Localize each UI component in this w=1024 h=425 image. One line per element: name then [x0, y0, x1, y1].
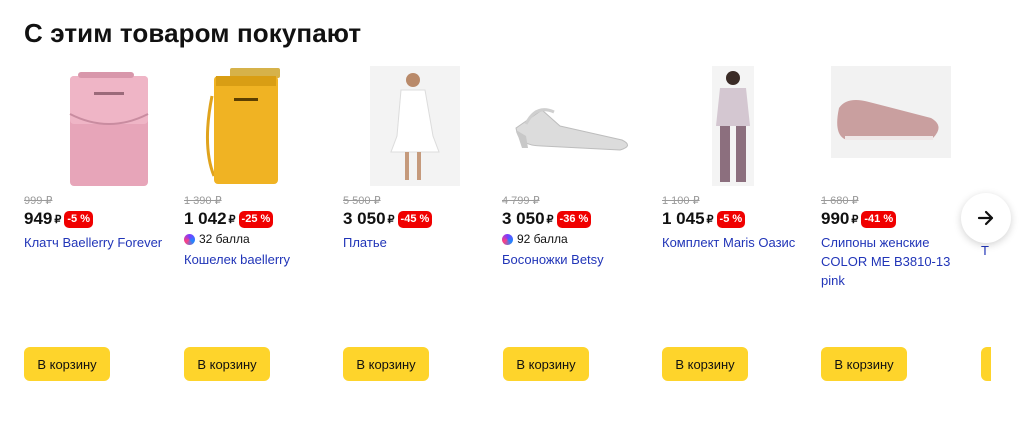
price: 3 050	[343, 209, 386, 228]
old-price: 999 ₽	[24, 195, 53, 207]
arrow-right-icon	[977, 210, 994, 226]
product-card[interactable]: 1 390 ₽ 1 042 ₽ -25 % 32 балла Кошелек b…	[184, 66, 334, 269]
currency: ₽	[228, 213, 236, 226]
product-image[interactable]	[24, 66, 174, 186]
add-to-cart-button[interactable]: В корзину	[184, 347, 270, 381]
product-name-link[interactable]: Слипоны женские COLOR ME B3810-13 pink	[821, 233, 971, 290]
product-card[interactable]: 5 500 ₽ 3 050 ₽ -45 % Платье	[343, 66, 493, 252]
product-card[interactable]: 4 799 ₽ 3 050 ₽ -36 % 92 балла Босоножки…	[502, 66, 652, 269]
discount-badge: -5 %	[716, 210, 746, 228]
add-to-cart-button[interactable]: В корзину	[24, 347, 110, 381]
old-price: 1 100 ₽	[662, 195, 700, 207]
price: 990	[821, 209, 850, 228]
discount-badge: -45 %	[397, 210, 433, 228]
discount-badge: -25 %	[238, 210, 274, 228]
discount-badge: -36 %	[556, 210, 592, 228]
currency: ₽	[546, 213, 554, 226]
currency: ₽	[54, 213, 62, 226]
plus-points-icon	[502, 233, 513, 245]
add-to-cart-button-partial[interactable]	[981, 347, 991, 381]
bonus-points: 32 балла	[184, 232, 334, 246]
old-price: 5 500 ₽	[343, 195, 381, 207]
product-card[interactable]: 999 ₽ 949 ₽ -5 % Клатч Baellerry Forever	[24, 66, 174, 252]
add-to-cart-button[interactable]: В корзину	[503, 347, 589, 381]
product-name-link[interactable]: Босоножки Betsy	[502, 250, 652, 269]
bonus-text: 32 балла	[199, 232, 250, 246]
product-image[interactable]	[662, 66, 812, 186]
product-name-link-partial[interactable]: Т	[981, 243, 989, 258]
product-image[interactable]	[343, 66, 493, 186]
discount-badge: -41 %	[861, 210, 897, 228]
product-name-link[interactable]: Комплект Maris Оазис	[662, 233, 812, 252]
product-image[interactable]	[184, 66, 334, 186]
price: 3 050	[502, 209, 545, 228]
product-name-link[interactable]: Кошелек baellerry	[184, 250, 334, 269]
add-to-cart-button[interactable]: В корзину	[821, 347, 907, 381]
product-image[interactable]	[821, 66, 971, 186]
add-to-cart-button[interactable]: В корзину	[343, 347, 429, 381]
old-price: 4 799 ₽	[502, 195, 540, 207]
product-card[interactable]: 1 680 ₽ 990 ₽ -41 % Слипоны женские COLO…	[821, 66, 971, 290]
discount-badge: -5 %	[64, 210, 93, 228]
price: 1 042	[184, 209, 227, 228]
section-title: С этим товаром покупают	[24, 18, 362, 48]
currency: ₽	[387, 213, 395, 226]
bonus-text: 92 балла	[517, 232, 568, 246]
currency: ₽	[851, 213, 859, 226]
old-price: 1 680 ₽	[821, 195, 859, 207]
product-card[interactable]: 1 100 ₽ 1 045 ₽ -5 % Комплект Maris Оази…	[662, 66, 812, 252]
bonus-points: 92 балла	[502, 232, 652, 246]
old-price: 1 390 ₽	[184, 195, 222, 207]
add-to-cart-button[interactable]: В корзину	[662, 347, 748, 381]
product-name-link[interactable]: Клатч Baellerry Forever	[24, 233, 174, 252]
plus-points-icon	[184, 233, 195, 245]
product-image[interactable]	[502, 66, 652, 186]
product-name-link[interactable]: Платье	[343, 233, 493, 252]
price: 1 045	[662, 209, 705, 228]
price: 949	[24, 209, 53, 228]
carousel-next-button[interactable]	[961, 193, 1011, 243]
currency: ₽	[706, 213, 714, 226]
